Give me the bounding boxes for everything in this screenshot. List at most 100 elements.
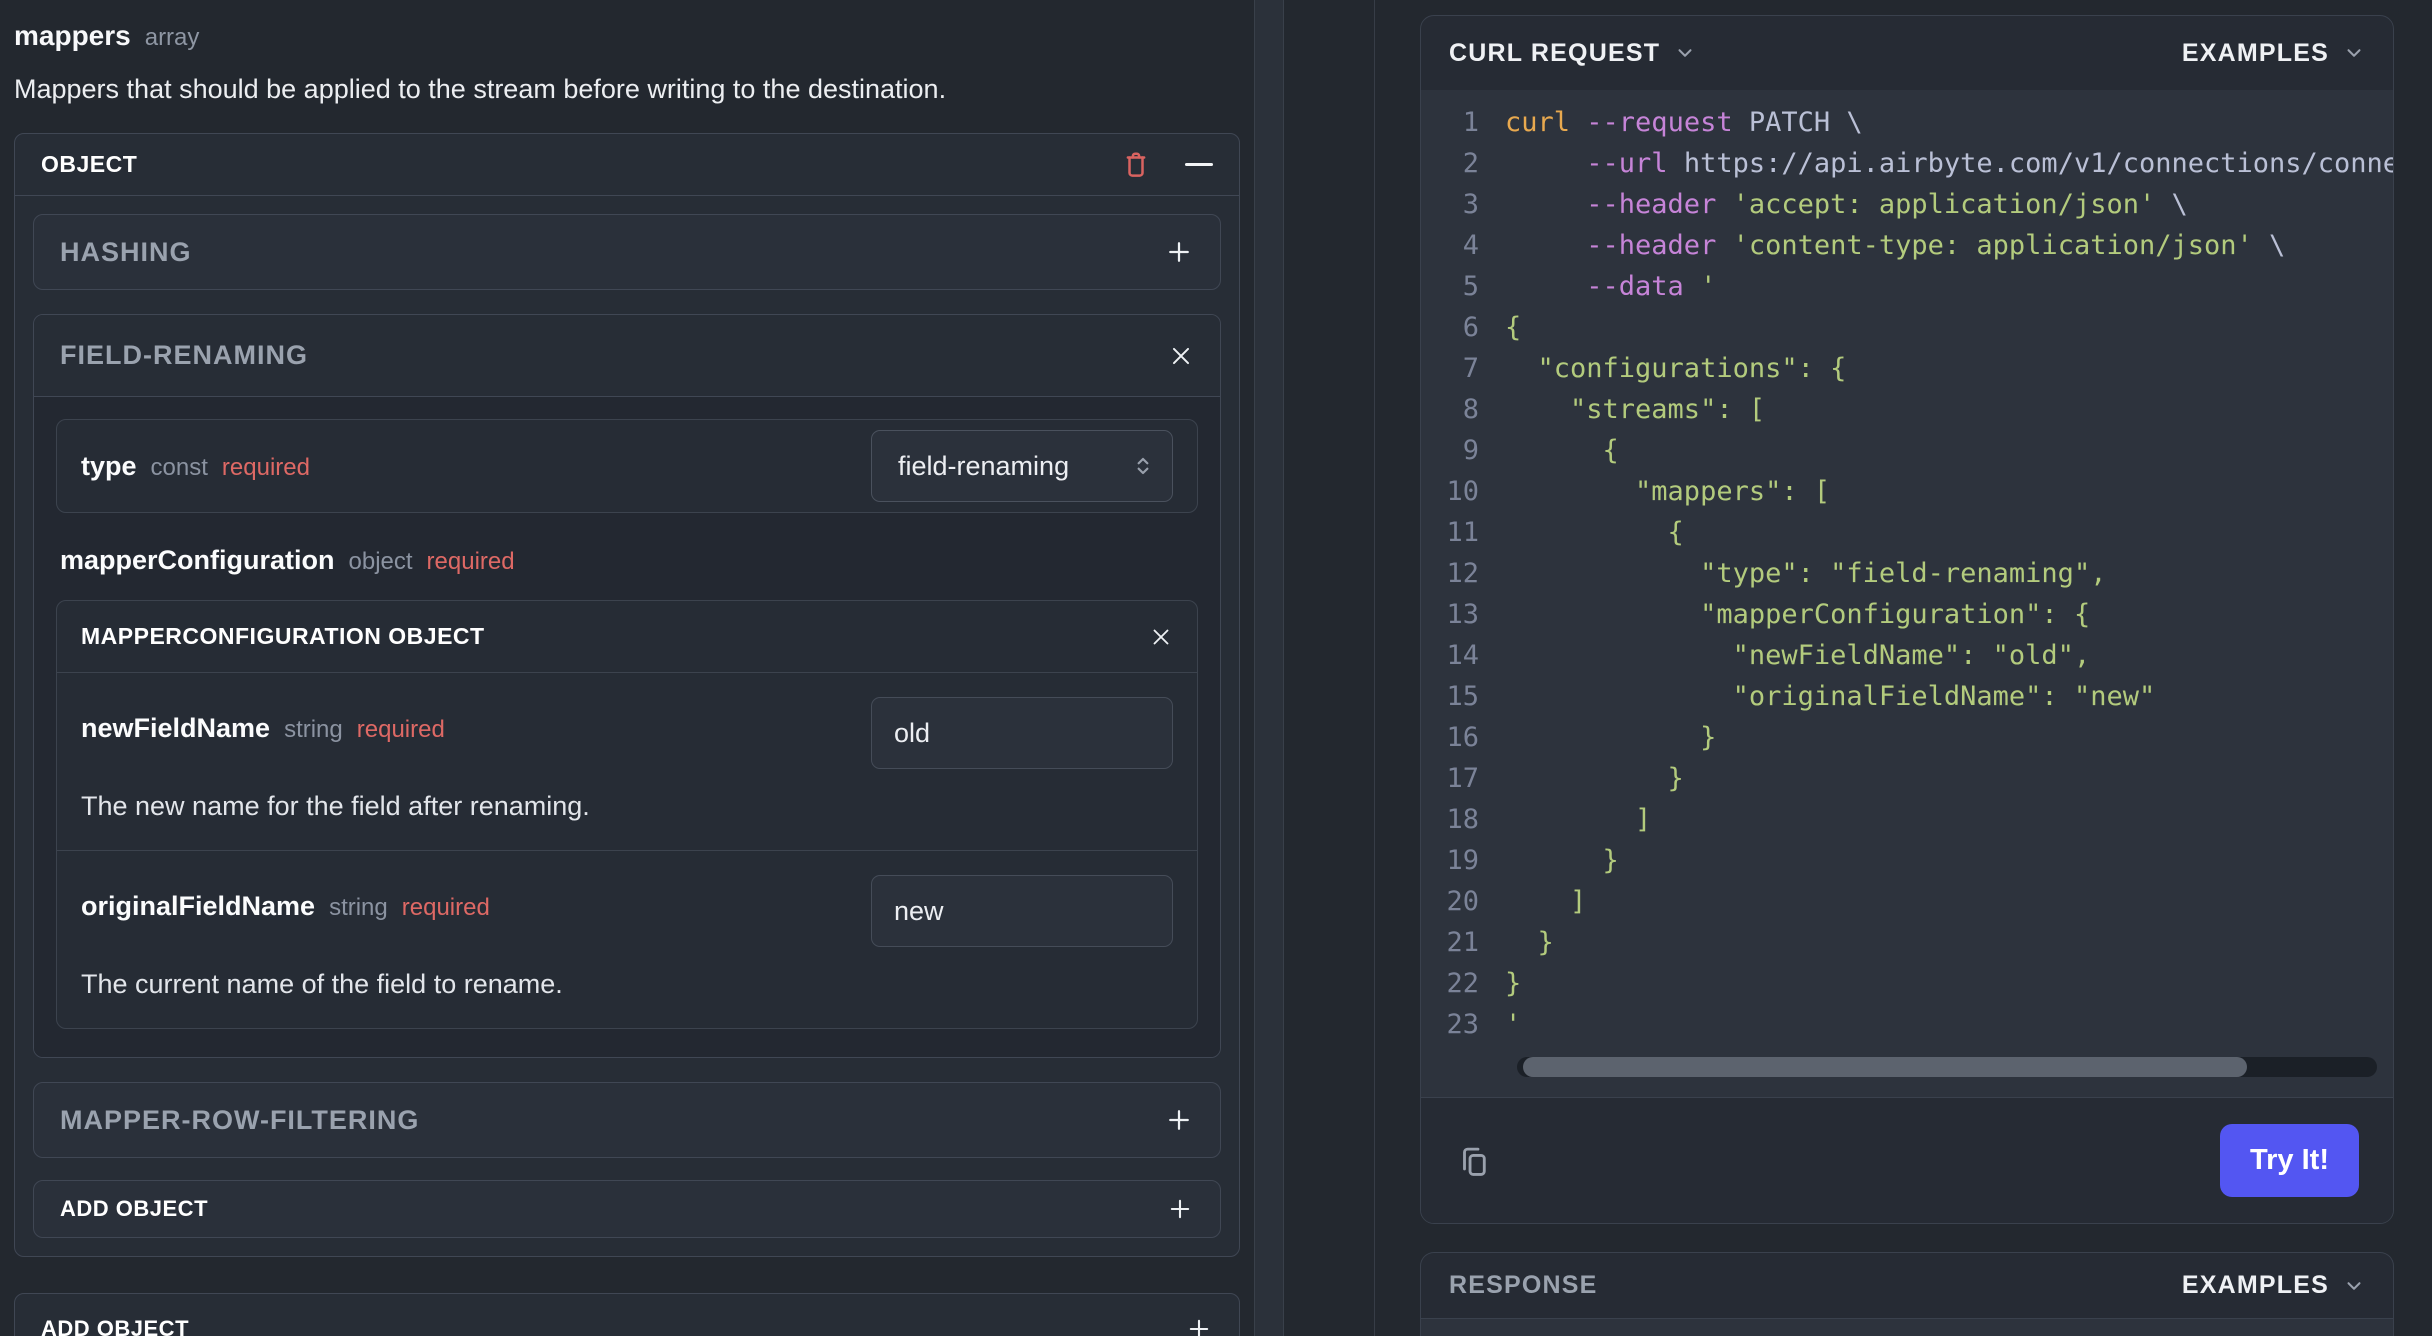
code-line-content: "mappers": [ bbox=[1505, 476, 1831, 507]
plus-icon[interactable] bbox=[1164, 237, 1194, 267]
code-line-content: } bbox=[1505, 845, 1619, 876]
line-number: 2 bbox=[1462, 148, 1479, 179]
code-line: 19 } bbox=[1421, 840, 2393, 881]
line-number: 9 bbox=[1462, 435, 1479, 466]
mapper-configuration-title: MAPPERCONFIGURATION OBJECT bbox=[81, 623, 485, 649]
close-icon[interactable] bbox=[1168, 343, 1194, 369]
type-property-row: type const required field-renaming bbox=[56, 419, 1198, 513]
response-title: RESPONSE bbox=[1449, 1271, 1598, 1299]
code-line: 7 "configurations": { bbox=[1421, 348, 2393, 389]
curl-request-card: CURL REQUEST EXAMPLES 1 curl --request PA… bbox=[1420, 15, 2394, 1224]
code-footer: Try It! bbox=[1421, 1097, 2393, 1223]
examples-label: EXAMPLES bbox=[2181, 38, 2329, 67]
add-object-button-inner[interactable]: ADD OBJECT bbox=[33, 1180, 1221, 1238]
property-required-badge: required bbox=[426, 548, 515, 575]
code-line-content: "mapperConfiguration": { bbox=[1505, 599, 2091, 630]
code-line: 13 "mapperConfiguration": { bbox=[1421, 594, 2393, 635]
code-line: 17 } bbox=[1421, 758, 2393, 799]
new-field-name-row: newFieldName string required The new nam… bbox=[57, 673, 1197, 850]
plus-icon[interactable] bbox=[1164, 1105, 1194, 1135]
code-line: 11 { bbox=[1421, 512, 2393, 553]
property-name: originalFieldName bbox=[81, 891, 316, 921]
code-line-content: curl --request PATCH \ bbox=[1505, 107, 1863, 138]
curl-request-title: CURL REQUEST bbox=[1449, 38, 1661, 67]
type-property-label: type const required bbox=[81, 451, 310, 482]
copy-icon bbox=[1455, 1142, 1493, 1180]
line-number: 13 bbox=[1446, 599, 1479, 630]
line-number: 18 bbox=[1446, 804, 1479, 835]
code-horizontal-scrollbar[interactable] bbox=[1517, 1057, 2377, 1077]
field-renaming-title: FIELD-RENAMING bbox=[60, 340, 308, 370]
mapper-configuration-card: MAPPERCONFIGURATION OBJECT newFieldName … bbox=[56, 600, 1198, 1029]
close-icon[interactable] bbox=[1149, 625, 1173, 649]
try-it-button[interactable]: Try It! bbox=[2220, 1124, 2359, 1197]
copy-code-button[interactable] bbox=[1455, 1142, 1493, 1180]
plus-icon bbox=[1166, 1195, 1194, 1223]
field-renaming-body: type const required field-renaming mappe… bbox=[34, 397, 1220, 1057]
code-block: 1 curl --request PATCH \ 2 --url https://a… bbox=[1421, 90, 2393, 1097]
property-name: mapperConfiguration bbox=[60, 545, 335, 575]
field-name: mappers bbox=[14, 20, 131, 51]
property-kind: object bbox=[348, 548, 413, 575]
line-number: 16 bbox=[1446, 722, 1479, 753]
chevron-down-icon bbox=[2343, 1275, 2365, 1297]
line-number: 8 bbox=[1462, 394, 1479, 425]
code-line-content: ] bbox=[1505, 886, 1587, 917]
curl-request-toggle[interactable]: CURL REQUEST bbox=[1449, 39, 1696, 68]
property-name: type bbox=[81, 450, 137, 481]
collapse-object-button[interactable] bbox=[1185, 163, 1213, 166]
schema-pane: mappers array Mappers that should be app… bbox=[0, 0, 1254, 1336]
code-line: 12 "type": "field-renaming", bbox=[1421, 553, 2393, 594]
code-line-content: { bbox=[1505, 312, 1522, 343]
code-line-content: ' bbox=[1505, 1009, 1522, 1040]
code-line: 8 "streams": [ bbox=[1421, 389, 2393, 430]
code-line: 4 --header 'content-type: application/js… bbox=[1421, 225, 2393, 266]
code-line: 2 --url https://api.airbyte.com/v1/conne… bbox=[1421, 143, 2393, 184]
line-number: 14 bbox=[1446, 640, 1479, 671]
line-number: 3 bbox=[1462, 189, 1479, 220]
field-description: The new name for the field after renamin… bbox=[81, 791, 590, 821]
line-number: 17 bbox=[1446, 763, 1479, 794]
scrollbar-thumb[interactable] bbox=[1523, 1057, 2247, 1077]
code-line-content: } bbox=[1505, 927, 1554, 958]
line-number: 23 bbox=[1446, 1009, 1479, 1040]
line-number: 1 bbox=[1462, 107, 1479, 138]
code-line: 9 { bbox=[1421, 430, 2393, 471]
delete-object-button[interactable] bbox=[1121, 150, 1151, 180]
section-hashing-title: HASHING bbox=[60, 236, 192, 267]
property-required-badge: required bbox=[221, 453, 310, 481]
mapper-configuration-label: mapperConfiguration object required bbox=[56, 545, 1198, 576]
field-renaming-header[interactable]: FIELD-RENAMING bbox=[34, 315, 1220, 397]
line-number: 7 bbox=[1462, 353, 1479, 384]
type-select-value: field-renaming bbox=[898, 450, 1070, 481]
code-line: 3 --header 'accept: application/json' \ bbox=[1421, 184, 2393, 225]
section-field-renaming: FIELD-RENAMING type const required field bbox=[33, 314, 1221, 1058]
line-number: 10 bbox=[1446, 476, 1479, 507]
code-line: 10 "mappers": [ bbox=[1421, 471, 2393, 512]
object-group-body: HASHING FIELD-RENAMING type const requir… bbox=[15, 196, 1239, 1256]
field-description: The current name of the field to rename. bbox=[81, 969, 563, 999]
line-number: 11 bbox=[1446, 517, 1479, 548]
section-mapper-row-filtering-title: MAPPER-ROW-FILTERING bbox=[60, 1104, 420, 1135]
add-object-button-outer[interactable]: ADD OBJECT bbox=[14, 1293, 1240, 1336]
code-line-content: "type": "field-renaming", bbox=[1505, 558, 2107, 589]
code-line-content: --url https://api.airbyte.com/v1/connect… bbox=[1505, 148, 2393, 179]
response-examples-dropdown[interactable]: EXAMPLES bbox=[2182, 1271, 2365, 1300]
section-hashing[interactable]: HASHING bbox=[33, 214, 1221, 290]
examples-dropdown[interactable]: EXAMPLES bbox=[2182, 39, 2365, 68]
code-line: 20 ] bbox=[1421, 881, 2393, 922]
code-line: 22} bbox=[1421, 963, 2393, 1004]
code-line: 18 ] bbox=[1421, 799, 2393, 840]
type-select[interactable]: field-renaming bbox=[871, 430, 1173, 502]
code-line-content: "originalFieldName": "new" bbox=[1505, 681, 2156, 712]
code-line-content: ] bbox=[1505, 804, 1652, 835]
original-field-name-input[interactable] bbox=[871, 875, 1173, 947]
field-title-row: mappers array bbox=[14, 20, 1240, 52]
left-pane-scrollbar[interactable] bbox=[1254, 0, 1284, 1336]
line-number: 6 bbox=[1462, 312, 1479, 343]
new-field-name-input[interactable] bbox=[871, 697, 1173, 769]
line-number: 19 bbox=[1446, 845, 1479, 876]
section-mapper-row-filtering[interactable]: MAPPER-ROW-FILTERING bbox=[33, 1082, 1221, 1158]
line-number: 15 bbox=[1446, 681, 1479, 712]
code-line-content: "streams": [ bbox=[1505, 394, 1766, 425]
